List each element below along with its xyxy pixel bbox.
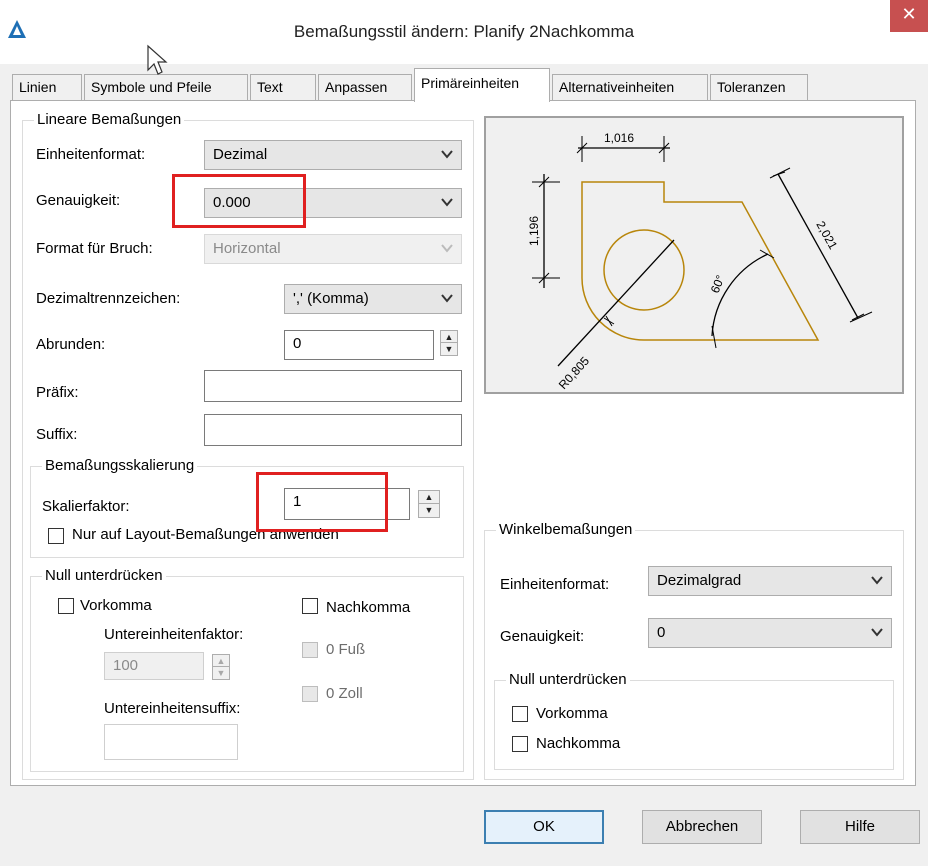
fraction-format-label: Format für Bruch: [36,240,153,257]
chevron-down-icon [441,150,453,159]
leading-zero-label: Vorkomma [80,597,152,614]
angular-precision-select[interactable]: 0 [648,618,892,648]
spinner-down-icon[interactable]: ▼ [441,343,457,355]
chevron-down-icon [871,628,883,637]
angular-trailing-zero-label: Nachkomma [536,735,621,752]
highlight-box-scale-factor [256,472,388,532]
unit-format-select[interactable]: Dezimal [204,140,462,170]
suffix-input[interactable] [204,414,462,446]
subunit-suffix-input [104,724,238,760]
scaling-legend: Bemaßungsskalierung [42,457,198,474]
decimal-separator-select[interactable]: ',' (Komma) [284,284,462,314]
chevron-down-icon [441,198,453,207]
preview-dim-radius: R0,805 [556,354,593,392]
angular-zero-suppression-group [494,680,894,770]
spinner-down-icon: ▼ [216,668,226,678]
chevron-down-icon [441,294,453,303]
tab-alternativeinheiten[interactable]: Alternativeinheiten [552,74,708,100]
preview-dim-top: 1,016 [604,131,634,145]
window-title: Bemaßungsstil ändern: Planify 2Nachkomma [293,22,635,41]
zero-feet-label: 0 Fuß [326,641,366,658]
decimal-separator-label: Dezimaltrennzeichen: [36,290,181,307]
help-button[interactable]: Hilfe [800,810,920,844]
trailing-zero-label: Nachkomma [326,599,411,616]
spinner-down-icon[interactable]: ▼ [419,504,439,517]
close-button[interactable]: ✕ [890,0,928,32]
scale-factor-label: Skalierfaktor: [42,498,130,515]
layout-only-checkbox[interactable] [48,528,64,544]
highlight-box-precision [172,174,306,228]
angular-dimensions-legend: Winkelbemaßungen [496,521,636,538]
round-off-input[interactable]: 0 [284,330,434,360]
tab-anpassen[interactable]: Anpassen [318,74,412,100]
tab-linien[interactable]: Linien [12,74,82,100]
chevron-down-icon [441,244,453,253]
cancel-button[interactable]: Abbrechen [642,810,762,844]
tab-text[interactable]: Text [250,74,316,100]
angular-unit-format-label: Einheitenformat: [500,576,610,593]
preview-dim-left: 1,196 [527,216,541,246]
round-off-label: Abrunden: [36,336,106,353]
zero-inch-checkbox [302,686,318,702]
spinner-up-icon: ▲ [213,655,229,667]
angular-leading-zero-checkbox[interactable] [512,706,528,722]
subunit-factor-label: Untereinheitenfaktor: [104,626,244,643]
angular-precision-label: Genauigkeit: [500,628,585,645]
prefix-input[interactable] [204,370,462,402]
zero-feet-checkbox [302,642,318,658]
dimension-preview-drawing: 1,016 1,196 2,021 60° R0,805 [527,131,873,392]
spinner-up-icon[interactable]: ▲ [419,491,439,504]
round-off-spinner[interactable]: ▲ ▼ [440,330,458,356]
angular-trailing-zero-checkbox[interactable] [512,736,528,752]
leading-zero-checkbox[interactable] [58,598,74,614]
angular-leading-zero-label: Vorkomma [536,705,608,722]
precision-label: Genauigkeit: [36,192,121,209]
preview-dim-diag: 2,021 [813,219,840,252]
subunit-suffix-label: Untereinheitensuffix: [104,700,241,717]
tab-primaereinheiten[interactable]: Primäreinheiten [414,68,550,102]
angular-unit-format-select[interactable]: Dezimalgrad [648,566,892,596]
ok-button[interactable]: OK [484,810,604,844]
trailing-zero-checkbox[interactable] [302,598,318,614]
linear-dimensions-legend: Lineare Bemaßungen [34,111,185,128]
prefix-label: Präfix: [36,384,79,401]
suffix-label: Suffix: [36,426,78,443]
subunit-factor-input: 100 [104,652,204,680]
angular-zero-suppression-legend: Null unterdrücken [506,671,630,688]
subunit-factor-spinner: ▲ ▼ [212,654,230,680]
zero-suppression-legend: Null unterdrücken [42,567,166,584]
fraction-format-select: Horizontal [204,234,462,264]
chevron-down-icon [871,576,883,585]
spinner-up-icon[interactable]: ▲ [441,331,457,343]
unit-format-label: Einheitenformat: [36,146,146,163]
preview-dim-angle: 60° [708,273,728,295]
tab-toleranzen[interactable]: Toleranzen [710,74,808,100]
preview-part-outline [581,181,820,341]
zero-inch-label: 0 Zoll [326,685,363,702]
preview-panel: 1,016 1,196 2,021 60° R0,805 [484,116,904,394]
scale-factor-spinner[interactable]: ▲ ▼ [418,490,440,518]
mouse-cursor-icon [147,44,168,75]
